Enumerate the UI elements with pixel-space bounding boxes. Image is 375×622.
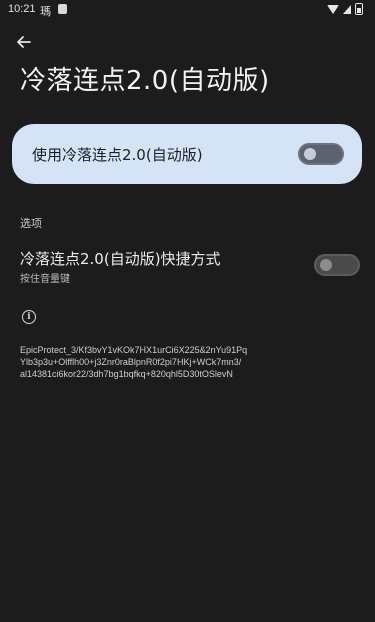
notification-icon: 瑪 — [40, 5, 51, 18]
main-toggle-card[interactable]: 使用冷落连点2.0(自动版) — [12, 124, 362, 184]
status-time: 10:21 — [8, 3, 36, 15]
page-title: 冷落连点2.0(自动版) — [20, 66, 270, 96]
shortcut-toggle-switch[interactable] — [314, 254, 360, 276]
notification-badge-icon — [58, 4, 67, 14]
shortcut-subtitle: 按住音量键 — [20, 274, 70, 285]
back-button[interactable] — [12, 30, 36, 54]
main-toggle-switch[interactable] — [298, 143, 344, 165]
shortcut-setting-row[interactable]: 冷落连点2.0(自动版)快捷方式 按住音量键 — [0, 240, 375, 290]
status-icons — [327, 3, 363, 15]
switch-knob — [320, 259, 332, 271]
status-bar: 10:21 瑪 — [0, 0, 375, 20]
shortcut-title: 冷落连点2.0(自动版)快捷方式 — [20, 250, 221, 268]
protect-code-text: EpicProtect_3/Kf3bvY1vKOk7HX1urCi6X225&2… — [20, 345, 248, 379]
main-toggle-label: 使用冷落连点2.0(自动版) — [32, 146, 203, 164]
arrow-left-icon — [17, 36, 31, 48]
battery-icon — [355, 3, 363, 15]
info-icon: i — [22, 310, 36, 324]
cell-signal-icon — [343, 4, 351, 14]
options-section-header: 选项 — [20, 217, 42, 230]
wifi-icon — [327, 4, 339, 14]
switch-knob — [304, 148, 316, 160]
